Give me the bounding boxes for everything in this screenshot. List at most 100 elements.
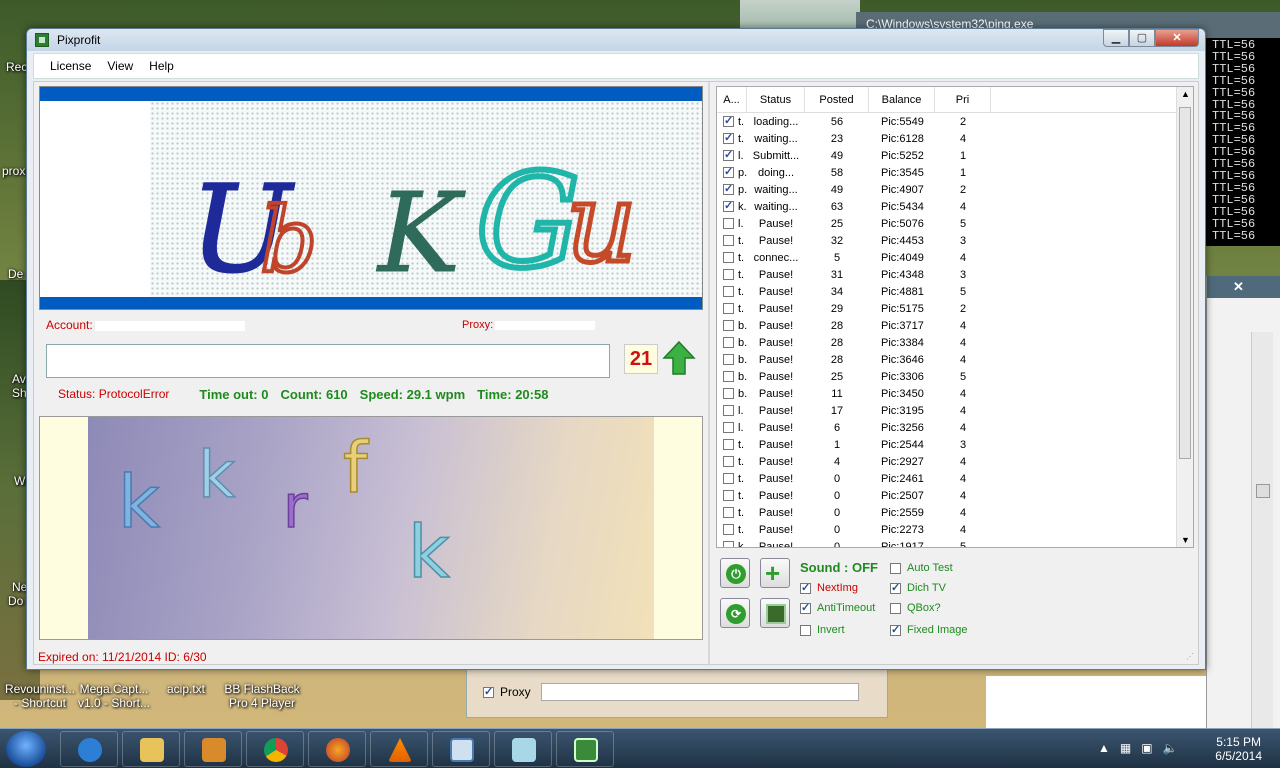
row-checkbox[interactable]: [723, 116, 734, 127]
table-row[interactable]: p. doing... 58 Pic:3545 1: [717, 164, 1193, 181]
row-checkbox[interactable]: [723, 320, 734, 331]
checkbox[interactable]: [890, 602, 901, 614]
option-autotest[interactable]: Auto Test: [890, 562, 953, 574]
row-checkbox[interactable]: [723, 507, 734, 518]
table-row[interactable]: p. waiting... 49 Pic:4907 2: [717, 181, 1193, 198]
desktop-icon-megacapt[interactable]: Mega.Capt... v1.0 - Short...: [74, 682, 154, 710]
title-bar[interactable]: Pixprofit ▁ ▢ ✕: [27, 29, 1205, 51]
desktop-icon-bbflashback[interactable]: BB FlashBack Pro 4 Player: [222, 682, 302, 710]
table-row[interactable]: b. Pause! 28 Pic:3646 4: [717, 351, 1193, 368]
scrollbar-thumb[interactable]: [1179, 107, 1191, 459]
checkbox[interactable]: [890, 623, 901, 636]
table-row[interactable]: t. Pause! 1 Pic:2544 3: [717, 436, 1193, 453]
table-row[interactable]: t. Pause! 4 Pic:2927 4: [717, 453, 1193, 470]
clock[interactable]: 5:15 PM 6/5/2014: [1215, 735, 1262, 763]
taskbar-code[interactable]: [556, 731, 614, 767]
table-row[interactable]: t. Pause! 29 Pic:5175 2: [717, 300, 1193, 317]
table-row[interactable]: b. Pause! 28 Pic:3384 4: [717, 334, 1193, 351]
taskbar-notepad[interactable]: [494, 731, 552, 767]
checkbox[interactable]: [890, 581, 901, 594]
checkbox[interactable]: [800, 624, 811, 636]
resize-grip-icon[interactable]: ⋰: [1186, 652, 1196, 662]
table-row[interactable]: t. loading... 56 Pic:5549 2: [717, 113, 1193, 130]
captcha-answer-input[interactable]: [46, 344, 610, 378]
table-row[interactable]: k. Pause! 0 Pic:1917 5: [717, 538, 1193, 547]
table-row[interactable]: b. Pause! 25 Pic:3306 5: [717, 368, 1193, 385]
row-checkbox[interactable]: [723, 473, 734, 484]
background-window[interactable]: ✕: [1206, 276, 1280, 732]
table-row[interactable]: t. waiting... 23 Pic:6128 4: [717, 130, 1193, 147]
display-icon[interactable]: ▣: [1141, 741, 1152, 755]
table-row[interactable]: t. Pause! 0 Pic:2559 4: [717, 504, 1193, 521]
table-row[interactable]: b. Pause! 28 Pic:3717 4: [717, 317, 1193, 334]
power-button[interactable]: ⏻: [720, 558, 750, 588]
taskbar-media[interactable]: [184, 731, 242, 767]
table-row[interactable]: t. connec... 5 Pic:4049 4: [717, 249, 1193, 266]
row-checkbox[interactable]: [723, 218, 734, 229]
row-checkbox[interactable]: [723, 524, 734, 535]
submit-arrow-icon[interactable]: [662, 340, 696, 376]
table-row[interactable]: l. Pause! 17 Pic:3195 4: [717, 402, 1193, 419]
show-hidden-icons-icon[interactable]: ▲: [1098, 741, 1110, 755]
row-checkbox[interactable]: [723, 439, 734, 450]
row-checkbox[interactable]: [723, 405, 734, 416]
row-checkbox[interactable]: [723, 337, 734, 348]
option-nextimg[interactable]: NextImg: [800, 581, 858, 594]
column-header[interactable]: Balance: [869, 87, 935, 112]
column-header[interactable]: A...: [717, 87, 747, 112]
maximize-button[interactable]: ▢: [1129, 29, 1155, 47]
proxy-input[interactable]: [541, 683, 859, 701]
taskbar-chrome[interactable]: [246, 731, 304, 767]
table-row[interactable]: t. Pause! 34 Pic:4881 5: [717, 283, 1193, 300]
row-checkbox[interactable]: [723, 354, 734, 365]
row-checkbox[interactable]: [723, 184, 734, 195]
row-checkbox[interactable]: [723, 456, 734, 467]
row-checkbox[interactable]: [723, 167, 734, 178]
taskbar-explorer[interactable]: [122, 731, 180, 767]
menu-view[interactable]: View: [99, 59, 141, 73]
image-button[interactable]: [760, 598, 790, 628]
option-invert[interactable]: Invert: [800, 624, 845, 636]
option-antitimeout[interactable]: AntiTimeout: [800, 601, 875, 614]
checkbox[interactable]: [800, 581, 811, 594]
scrollbar-thumb[interactable]: [1256, 484, 1270, 498]
taskbar-app[interactable]: [432, 731, 490, 767]
start-button[interactable]: [6, 731, 46, 767]
panel-divider[interactable]: [708, 82, 710, 666]
scroll-up-icon[interactable]: ▲: [1181, 89, 1190, 99]
network-icon[interactable]: ▦: [1120, 741, 1131, 755]
add-button[interactable]: +: [760, 558, 790, 588]
table-row[interactable]: l. Submitt... 49 Pic:5252 1: [717, 147, 1193, 164]
row-checkbox[interactable]: [723, 422, 734, 433]
column-header[interactable]: Posted: [805, 87, 869, 112]
option-fixedimage[interactable]: Fixed Image: [890, 623, 968, 636]
table-row[interactable]: t. Pause! 0 Pic:2507 4: [717, 487, 1193, 504]
row-checkbox[interactable]: [723, 286, 734, 297]
table-row[interactable]: l. Pause! 6 Pic:3256 4: [717, 419, 1193, 436]
scroll-down-icon[interactable]: ▼: [1181, 535, 1190, 545]
table-row[interactable]: t. Pause! 0 Pic:2273 4: [717, 521, 1193, 538]
close-button[interactable]: ✕: [1155, 29, 1199, 47]
row-checkbox[interactable]: [723, 388, 734, 399]
table-row[interactable]: l. Pause! 25 Pic:5076 5: [717, 215, 1193, 232]
minimize-button[interactable]: ▁: [1103, 29, 1129, 47]
menu-license[interactable]: License: [42, 59, 99, 73]
table-row[interactable]: k. waiting... 63 Pic:5434 4: [717, 198, 1193, 215]
column-header[interactable]: Pri: [935, 87, 991, 112]
table-scrollbar[interactable]: ▲ ▼: [1176, 87, 1193, 547]
row-checkbox[interactable]: [723, 490, 734, 501]
table-row[interactable]: b. Pause! 11 Pic:3450 4: [717, 385, 1193, 402]
taskbar-ie[interactable]: [60, 731, 118, 767]
row-checkbox[interactable]: [723, 303, 734, 314]
checkbox[interactable]: [800, 601, 811, 614]
row-checkbox[interactable]: [723, 252, 734, 263]
row-checkbox[interactable]: [723, 150, 734, 161]
row-checkbox[interactable]: [723, 201, 734, 212]
proxy-checkbox[interactable]: [483, 685, 494, 698]
row-checkbox[interactable]: [723, 269, 734, 280]
sound-status[interactable]: Sound : OFF: [800, 560, 878, 575]
scrollbar[interactable]: [1251, 332, 1273, 732]
menu-help[interactable]: Help: [141, 59, 182, 73]
table-row[interactable]: t. Pause! 31 Pic:4348 3: [717, 266, 1193, 283]
row-checkbox[interactable]: [723, 133, 734, 144]
